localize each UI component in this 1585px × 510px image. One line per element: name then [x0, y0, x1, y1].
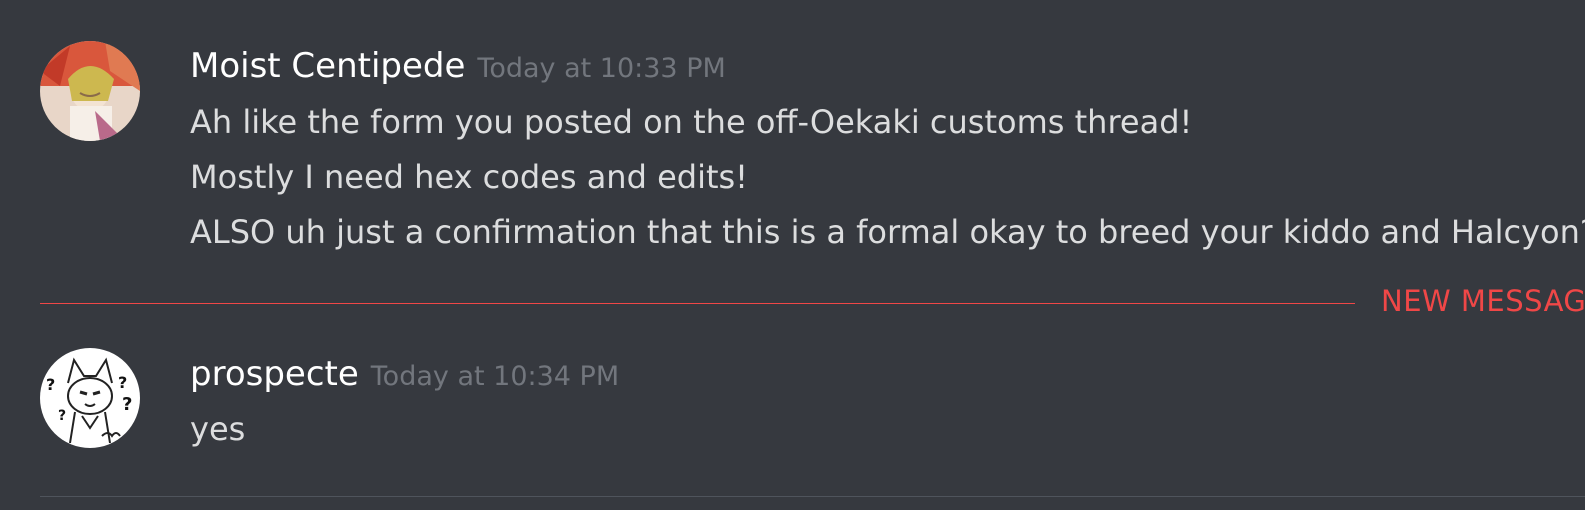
anime-character-avatar-icon	[40, 41, 140, 141]
new-messages-divider-label: NEW MESSAGES	[1381, 284, 1585, 318]
message-text: yes	[190, 410, 246, 448]
timestamp[interactable]: Today at 10:33 PM	[477, 53, 725, 84]
sketch-cat-avatar-icon: ? ? ? ?	[40, 348, 140, 448]
svg-text:?: ?	[58, 408, 66, 424]
user-avatar[interactable]: ? ? ? ?	[40, 348, 140, 448]
message-header: Moist Centipede Today at 10:33 PM	[190, 46, 726, 86]
svg-text:?: ?	[118, 373, 127, 392]
username[interactable]: Moist Centipede	[190, 46, 465, 86]
svg-text:?: ?	[46, 375, 55, 394]
username[interactable]: prospecte	[190, 354, 359, 394]
message-text: ALSO uh just a confirmation that this is…	[190, 213, 1585, 251]
user-avatar[interactable]	[40, 41, 140, 141]
message-header: prospecte Today at 10:34 PM	[190, 354, 619, 394]
message-text: Ah like the form you posted on the off-O…	[190, 103, 1193, 141]
timestamp[interactable]: Today at 10:34 PM	[371, 361, 619, 392]
message-text: Mostly I need hex codes and edits!	[190, 158, 748, 196]
new-messages-divider-line	[40, 303, 1355, 304]
svg-text:?: ?	[122, 394, 132, 415]
chat-messages-area: Moist Centipede Today at 10:33 PM Ah like…	[0, 0, 1585, 510]
message-separator	[40, 496, 1585, 497]
